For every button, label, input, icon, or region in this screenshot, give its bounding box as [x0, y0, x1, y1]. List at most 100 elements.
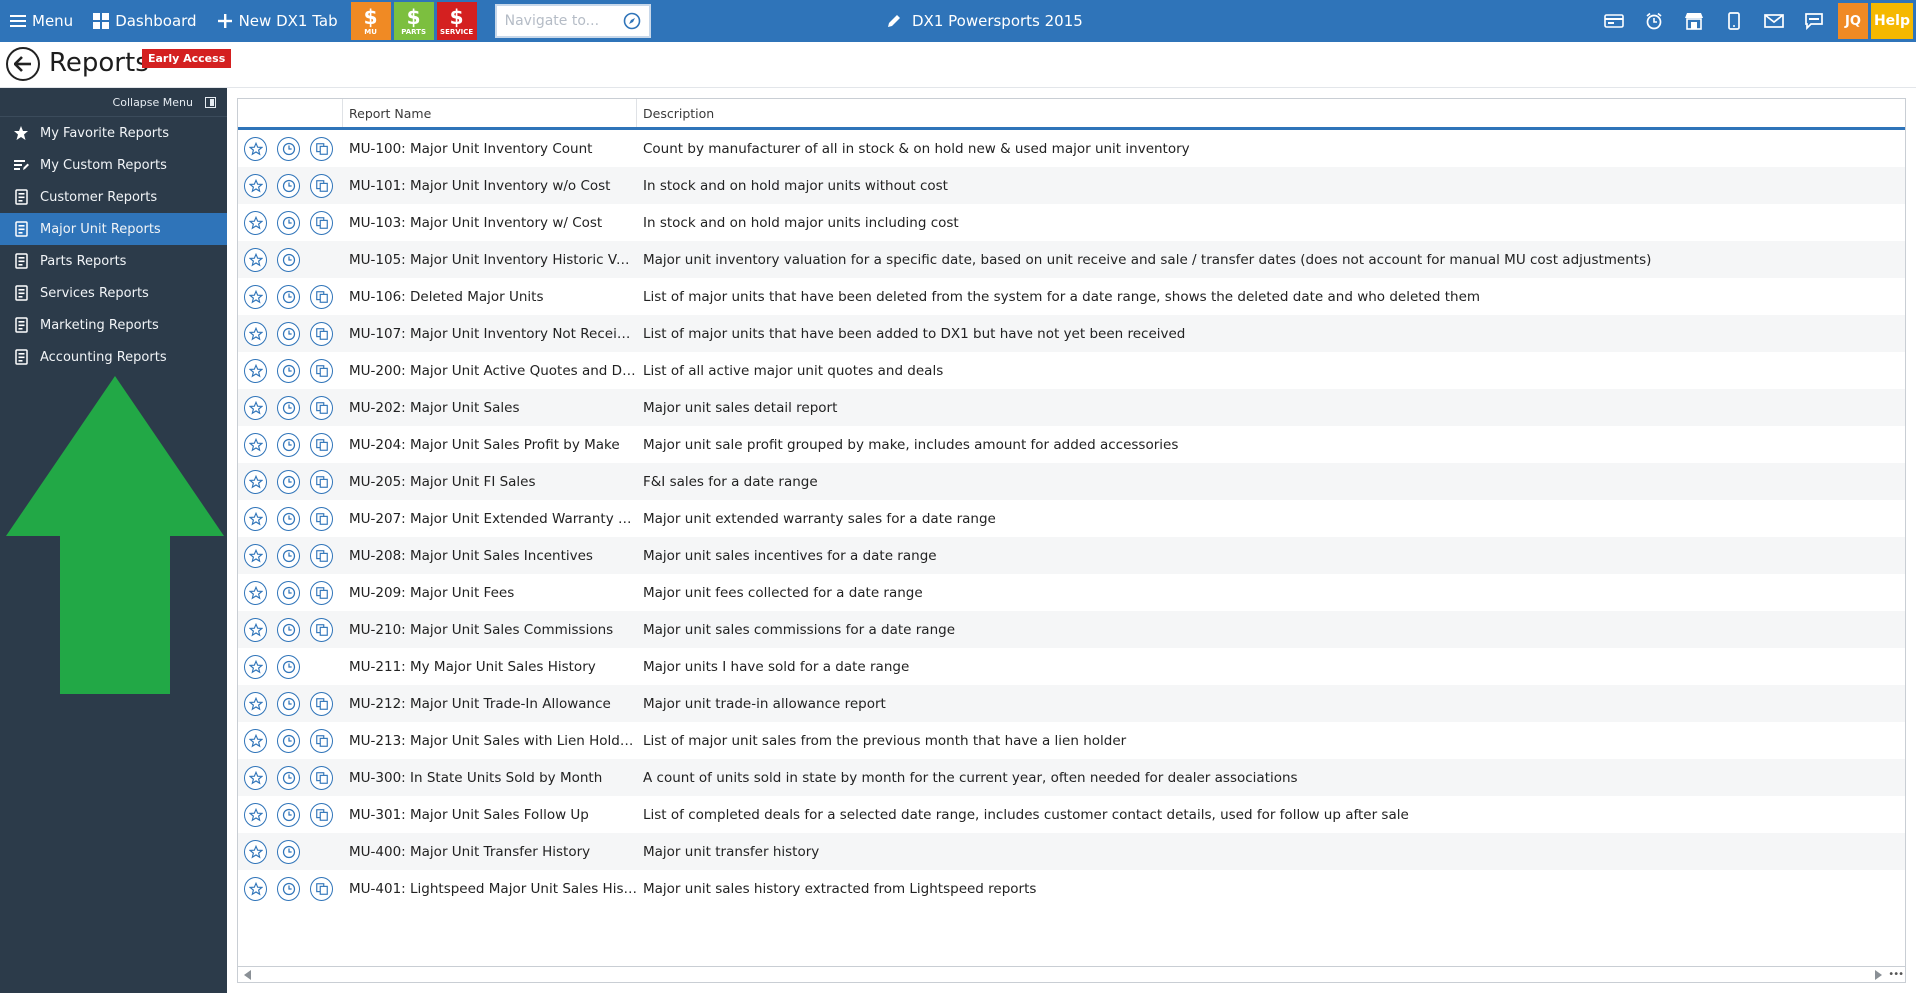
favorite-star-icon[interactable] [244, 876, 267, 901]
schedule-clock-icon[interactable] [277, 321, 300, 346]
report-name-cell[interactable]: MU-200: Major Unit Active Quotes and Dea… [343, 363, 637, 379]
copy-report-icon[interactable] [310, 617, 333, 642]
schedule-clock-icon[interactable] [277, 876, 300, 901]
favorite-star-icon[interactable] [244, 210, 267, 235]
favorite-star-icon[interactable] [244, 802, 267, 827]
report-name-cell[interactable]: MU-301: Major Unit Sales Follow Up [343, 807, 637, 823]
schedule-clock-icon[interactable] [277, 432, 300, 457]
schedule-clock-icon[interactable] [277, 358, 300, 383]
favorite-star-icon[interactable] [244, 284, 267, 309]
sidebar-item-major-unit-reports[interactable]: Major Unit Reports [0, 213, 227, 245]
schedule-clock-icon[interactable] [277, 728, 300, 753]
report-name-cell[interactable]: MU-300: In State Units Sold by Month [343, 770, 637, 786]
scroll-right-icon[interactable] [1875, 969, 1883, 980]
mail-button[interactable] [1754, 0, 1794, 42]
report-name-cell[interactable]: MU-401: Lightspeed Major Unit Sales Hist… [343, 881, 637, 897]
report-name-cell[interactable]: MU-400: Major Unit Transfer History [343, 844, 637, 860]
report-name-cell[interactable]: MU-202: Major Unit Sales [343, 400, 637, 416]
copy-report-icon[interactable] [310, 506, 333, 531]
report-name-cell[interactable]: MU-103: Major Unit Inventory w/ Cost [343, 215, 637, 231]
copy-report-icon[interactable] [310, 728, 333, 753]
schedule-clock-icon[interactable] [277, 173, 300, 198]
sidebar-item-services-reports[interactable]: Services Reports [0, 277, 227, 309]
sidebar-item-my-favorite-reports[interactable]: My Favorite Reports [0, 117, 227, 149]
favorite-star-icon[interactable] [244, 506, 267, 531]
schedule-clock-icon[interactable] [277, 765, 300, 790]
service-module-button[interactable]: $ SERVICE [436, 2, 477, 40]
report-name-cell[interactable]: MU-101: Major Unit Inventory w/o Cost [343, 178, 637, 194]
copy-report-icon[interactable] [310, 876, 333, 901]
schedule-clock-icon[interactable] [277, 284, 300, 309]
copy-report-icon[interactable] [310, 210, 333, 235]
table-row[interactable]: MU-200: Major Unit Active Quotes and Dea… [238, 352, 1905, 389]
dashboard-button[interactable]: Dashboard [83, 0, 206, 42]
back-button[interactable] [6, 47, 40, 81]
favorite-star-icon[interactable] [244, 765, 267, 790]
copy-report-icon[interactable] [310, 395, 333, 420]
copy-report-icon[interactable] [310, 284, 333, 309]
table-row[interactable]: MU-202: Major Unit Sales Major unit sales… [238, 389, 1905, 426]
chat-button[interactable] [1794, 0, 1834, 42]
mu-module-button[interactable]: $ MU [350, 2, 391, 40]
sidebar-item-parts-reports[interactable]: Parts Reports [0, 245, 227, 277]
table-row[interactable]: MU-301: Major Unit Sales Follow Up List o… [238, 796, 1905, 833]
compass-icon[interactable] [623, 12, 641, 30]
report-name-cell[interactable]: MU-208: Major Unit Sales Incentives [343, 548, 637, 564]
scroll-left-icon[interactable] [244, 969, 251, 980]
navigate-input[interactable] [504, 13, 623, 29]
report-name-cell[interactable]: MU-211: My Major Unit Sales History [343, 659, 637, 675]
report-name-column-header[interactable]: Report Name [343, 99, 637, 127]
report-name-cell[interactable]: MU-105: Major Unit Inventory Historic Va… [343, 252, 637, 268]
copy-report-icon[interactable] [310, 802, 333, 827]
favorite-star-icon[interactable] [244, 173, 267, 198]
sidebar-item-customer-reports[interactable]: Customer Reports [0, 181, 227, 213]
favorite-star-icon[interactable] [244, 617, 267, 642]
table-row[interactable]: MU-211: My Major Unit Sales History Major… [238, 648, 1905, 685]
schedule-clock-icon[interactable] [277, 654, 300, 679]
report-name-cell[interactable]: MU-100: Major Unit Inventory Count [343, 141, 637, 157]
favorite-star-icon[interactable] [244, 469, 267, 494]
favorite-star-icon[interactable] [244, 358, 267, 383]
favorite-star-icon[interactable] [244, 395, 267, 420]
report-name-cell[interactable]: MU-207: Major Unit Extended Warranty Sal… [343, 511, 637, 527]
favorite-star-icon[interactable] [244, 432, 267, 457]
favorite-star-icon[interactable] [244, 247, 267, 272]
schedule-clock-icon[interactable] [277, 136, 300, 161]
parts-module-button[interactable]: $ PARTS [393, 2, 434, 40]
copy-report-icon[interactable] [310, 136, 333, 161]
copy-report-icon[interactable] [310, 765, 333, 790]
table-row[interactable]: MU-204: Major Unit Sales Profit by Make M… [238, 426, 1905, 463]
table-row[interactable]: MU-205: Major Unit FI Sales F&I sales for… [238, 463, 1905, 500]
copy-report-icon[interactable] [310, 469, 333, 494]
copy-report-icon[interactable] [310, 691, 333, 716]
schedule-clock-icon[interactable] [277, 506, 300, 531]
table-row[interactable]: MU-105: Major Unit Inventory Historic Va… [238, 241, 1905, 278]
table-row[interactable]: MU-212: Major Unit Trade-In Allowance Maj… [238, 685, 1905, 722]
table-row[interactable]: MU-300: In State Units Sold by Month A co… [238, 759, 1905, 796]
report-name-cell[interactable]: MU-204: Major Unit Sales Profit by Make [343, 437, 637, 453]
schedule-clock-icon[interactable] [277, 395, 300, 420]
store-button[interactable] [1674, 0, 1714, 42]
report-name-cell[interactable]: MU-205: Major Unit FI Sales [343, 474, 637, 490]
table-row[interactable]: MU-208: Major Unit Sales Incentives Major… [238, 537, 1905, 574]
copy-report-icon[interactable] [310, 173, 333, 198]
schedule-clock-icon[interactable] [277, 617, 300, 642]
report-name-cell[interactable]: MU-107: Major Unit Inventory Not Receive… [343, 326, 637, 342]
table-row[interactable]: MU-213: Major Unit Sales with Lien Holde… [238, 722, 1905, 759]
table-row[interactable]: MU-401: Lightspeed Major Unit Sales Hist… [238, 870, 1905, 907]
copy-report-icon[interactable] [310, 543, 333, 568]
table-row[interactable]: MU-100: Major Unit Inventory Count Count … [238, 130, 1905, 167]
schedule-clock-icon[interactable] [277, 691, 300, 716]
table-row[interactable]: MU-400: Major Unit Transfer History Major… [238, 833, 1905, 870]
sidebar-item-my-custom-reports[interactable]: My Custom Reports [0, 149, 227, 181]
sidebar-item-marketing-reports[interactable]: Marketing Reports [0, 309, 227, 341]
more-options-icon[interactable]: ••• [1888, 969, 1904, 980]
favorite-star-icon[interactable] [244, 839, 267, 864]
copy-report-icon[interactable] [310, 432, 333, 457]
help-button[interactable]: Help [1871, 3, 1913, 39]
new-tab-button[interactable]: New DX1 Tab [207, 0, 348, 42]
menu-button[interactable]: Menu [0, 0, 83, 42]
table-row[interactable]: MU-210: Major Unit Sales Commissions Majo… [238, 611, 1905, 648]
favorite-star-icon[interactable] [244, 321, 267, 346]
schedule-clock-icon[interactable] [277, 839, 300, 864]
